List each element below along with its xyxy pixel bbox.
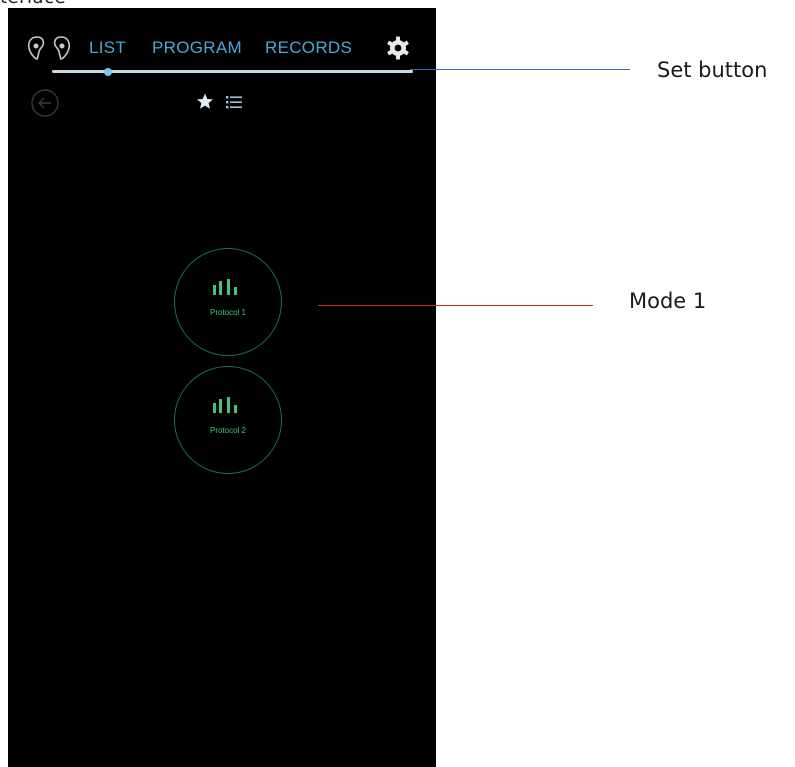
protocol-1-button[interactable]: Protocol 1: [174, 248, 282, 356]
set-button-callout-label: Set button: [657, 58, 768, 82]
tab-list[interactable]: LIST: [89, 38, 126, 58]
toolbar-icons: [197, 93, 242, 109]
mode-1-callout-line: [318, 305, 593, 306]
tab-program[interactable]: PROGRAM: [152, 38, 242, 58]
earbuds-logo[interactable]: [26, 35, 72, 61]
bars-icon: [213, 279, 237, 295]
mode-1-callout-label: Mode 1: [629, 289, 707, 313]
gear-icon[interactable]: [386, 36, 410, 60]
page-top-text: teriace: [0, 0, 66, 8]
protocol-2-label: Protocol 2: [209, 426, 247, 435]
set-button-callout-line: [410, 69, 630, 70]
star-icon[interactable]: [197, 93, 213, 109]
tab-indicator-dot: [104, 68, 112, 76]
list-icon[interactable]: [226, 96, 242, 109]
back-arrow-icon[interactable]: [30, 88, 60, 118]
bars-icon: [213, 397, 237, 413]
phone-screen: LIST PROGRAM RECORDS Protocol 1 Protocol…: [8, 8, 436, 767]
tab-records[interactable]: RECORDS: [265, 38, 352, 58]
top-nav: LIST PROGRAM RECORDS: [8, 30, 436, 70]
protocol-1-label: Protocol 1: [209, 308, 247, 317]
protocol-2-button[interactable]: Protocol 2: [174, 366, 282, 474]
